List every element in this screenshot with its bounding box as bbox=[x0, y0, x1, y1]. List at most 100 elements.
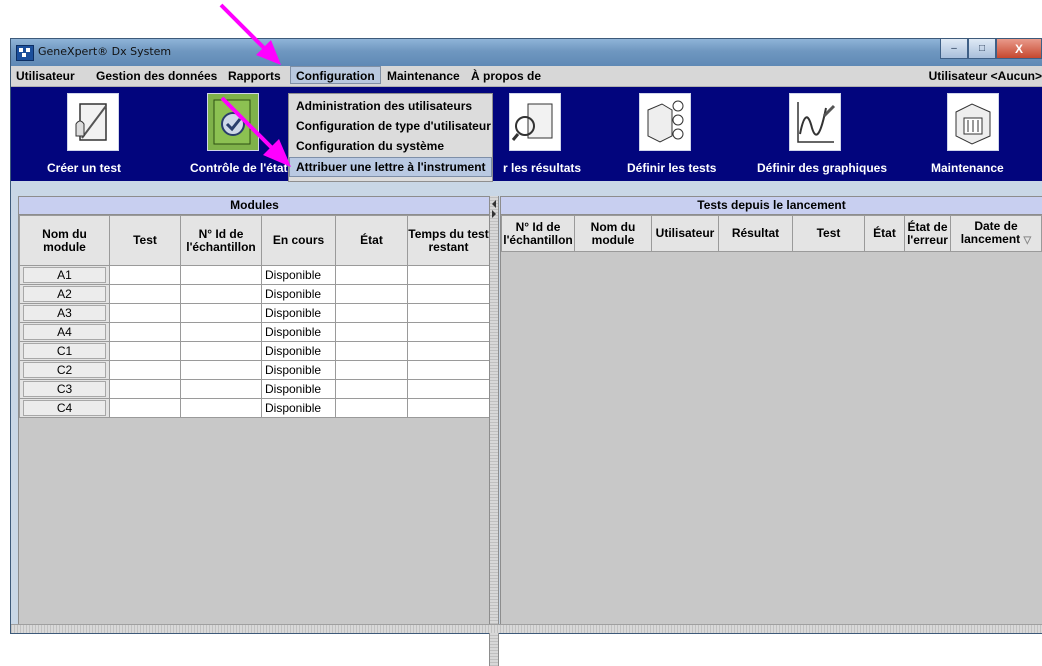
module-test bbox=[109, 360, 181, 380]
view-results-label: r les résultats bbox=[503, 161, 582, 175]
col-state[interactable]: État bbox=[335, 215, 408, 266]
menu-utilisateur[interactable]: Utilisateur bbox=[16, 69, 75, 83]
module-name: A4 bbox=[23, 324, 106, 340]
col-launch-date[interactable]: Date de lancement ▽ bbox=[950, 215, 1042, 252]
define-graphs-button[interactable]: Définir des graphiques bbox=[749, 87, 909, 181]
module-sample-id bbox=[180, 341, 262, 361]
define-graphs-label: Définir des graphiques bbox=[757, 161, 888, 175]
view-results-button[interactable]: r les résultats bbox=[489, 87, 609, 181]
module-row[interactable]: C4 Disponible bbox=[19, 398, 490, 418]
define-tests-icon bbox=[639, 93, 691, 151]
collapse-left-icon[interactable] bbox=[492, 200, 496, 208]
collapse-right-icon[interactable] bbox=[492, 210, 496, 218]
module-state bbox=[335, 284, 408, 304]
configuration-dropdown: Administration des utilisateurs Configur… bbox=[288, 93, 493, 182]
module-state bbox=[335, 341, 408, 361]
menu-item-user-admin[interactable]: Administration des utilisateurs bbox=[289, 96, 492, 116]
module-status: Disponible bbox=[261, 360, 336, 380]
module-test bbox=[109, 322, 181, 342]
check-status-button[interactable]: Contrôle de l'état bbox=[161, 87, 301, 181]
module-state bbox=[335, 360, 408, 380]
module-time-left bbox=[407, 303, 490, 323]
modules-table: Nom du module Test N° Id de l'échantillo… bbox=[19, 215, 490, 418]
close-button[interactable]: X bbox=[996, 39, 1042, 59]
window-controls: – □ X bbox=[940, 39, 1042, 59]
module-test bbox=[109, 341, 181, 361]
window-title: GeneXpert® Dx System bbox=[38, 45, 172, 58]
tests-panel: Tests depuis le lancement N° Id de l'éch… bbox=[500, 196, 1042, 629]
define-graphs-icon bbox=[789, 93, 841, 151]
create-test-button[interactable]: Créer un test bbox=[11, 87, 161, 181]
module-sample-id bbox=[180, 398, 262, 418]
col-test[interactable]: Test bbox=[109, 215, 181, 266]
menu-maintenance[interactable]: Maintenance bbox=[387, 69, 460, 83]
main-toolbar: Créer un test Contrôle de l'état r les r… bbox=[11, 87, 1042, 181]
module-status: Disponible bbox=[261, 322, 336, 342]
sort-icon[interactable]: ▽ bbox=[1024, 235, 1032, 246]
maintenance-button[interactable]: Maintenance bbox=[909, 87, 1042, 181]
col-module-name[interactable]: Nom du module bbox=[19, 215, 110, 266]
module-row[interactable]: A4 Disponible bbox=[19, 322, 490, 342]
col-in-progress[interactable]: En cours bbox=[261, 215, 336, 266]
module-row[interactable]: C1 Disponible bbox=[19, 341, 490, 361]
module-status: Disponible bbox=[261, 398, 336, 418]
col-time-left[interactable]: Temps du test restant bbox=[407, 215, 490, 266]
module-time-left bbox=[407, 284, 490, 304]
col-sample-id[interactable]: N° Id de l'échantillon bbox=[180, 215, 262, 266]
menu-configuration[interactable]: Configuration bbox=[290, 66, 381, 84]
col-module-name[interactable]: Nom du module bbox=[574, 215, 652, 252]
col-launch-date-label: Date de lancement bbox=[960, 219, 1021, 246]
menu-gestion-des-donnees[interactable]: Gestion des données bbox=[96, 69, 217, 83]
col-sample-id[interactable]: N° Id de l'échantillon bbox=[501, 215, 575, 252]
menu-rapports[interactable]: Rapports bbox=[228, 69, 281, 83]
status-bar bbox=[11, 624, 1042, 633]
col-user[interactable]: Utilisateur bbox=[651, 215, 719, 252]
module-time-left bbox=[407, 398, 490, 418]
define-tests-button[interactable]: Définir les tests bbox=[609, 87, 749, 181]
module-status: Disponible bbox=[261, 341, 336, 361]
maximize-button[interactable]: □ bbox=[968, 39, 996, 59]
menu-item-system-config[interactable]: Configuration du système bbox=[289, 136, 492, 156]
create-test-icon bbox=[67, 93, 119, 151]
tests-panel-title: Tests depuis le lancement bbox=[501, 197, 1042, 215]
col-result[interactable]: Résultat bbox=[718, 215, 793, 252]
tests-header-row: N° Id de l'échantillon Nom du module Uti… bbox=[501, 215, 1042, 252]
module-sample-id bbox=[180, 322, 262, 342]
panel-splitter[interactable] bbox=[489, 196, 499, 666]
module-row[interactable]: A1 Disponible bbox=[19, 265, 490, 285]
maintenance-label: Maintenance bbox=[931, 161, 1004, 175]
col-error-state[interactable]: État de l'erreur bbox=[904, 215, 951, 252]
menu-a-propos-de[interactable]: À propos de bbox=[471, 69, 541, 83]
module-sample-id bbox=[180, 303, 262, 323]
module-name: C2 bbox=[23, 362, 106, 378]
module-name: C4 bbox=[23, 400, 106, 416]
modules-panel: Modules Nom du module Test N° Id de l'éc… bbox=[18, 196, 491, 629]
menu-item-assign-instrument-letter[interactable]: Attribuer une lettre à l'instrument bbox=[289, 157, 492, 177]
maintenance-icon bbox=[947, 93, 999, 151]
module-time-left bbox=[407, 360, 490, 380]
module-row[interactable]: C3 Disponible bbox=[19, 379, 490, 399]
module-state bbox=[335, 398, 408, 418]
col-test[interactable]: Test bbox=[792, 215, 865, 252]
col-state[interactable]: État bbox=[864, 215, 905, 252]
module-status: Disponible bbox=[261, 303, 336, 323]
current-user-status: Utilisateur <Aucun> bbox=[928, 69, 1042, 83]
module-test bbox=[109, 303, 181, 323]
module-status: Disponible bbox=[261, 284, 336, 304]
module-row[interactable]: A2 Disponible bbox=[19, 284, 490, 304]
minimize-button[interactable]: – bbox=[940, 39, 968, 59]
module-row[interactable]: C2 Disponible bbox=[19, 360, 490, 380]
module-state bbox=[335, 265, 408, 285]
modules-panel-title: Modules bbox=[19, 197, 490, 215]
module-time-left bbox=[407, 265, 490, 285]
module-state bbox=[335, 379, 408, 399]
menu-bar: Utilisateur Gestion des données Rapports… bbox=[11, 66, 1042, 87]
module-sample-id bbox=[180, 265, 262, 285]
view-results-icon bbox=[509, 93, 561, 151]
module-row[interactable]: A3 Disponible bbox=[19, 303, 490, 323]
menu-item-user-type-config[interactable]: Configuration de type d'utilisateur bbox=[289, 116, 492, 136]
module-name: A2 bbox=[23, 286, 106, 302]
module-test bbox=[109, 398, 181, 418]
title-bar[interactable]: GeneXpert® Dx System – □ X bbox=[11, 39, 1042, 66]
module-state bbox=[335, 303, 408, 323]
